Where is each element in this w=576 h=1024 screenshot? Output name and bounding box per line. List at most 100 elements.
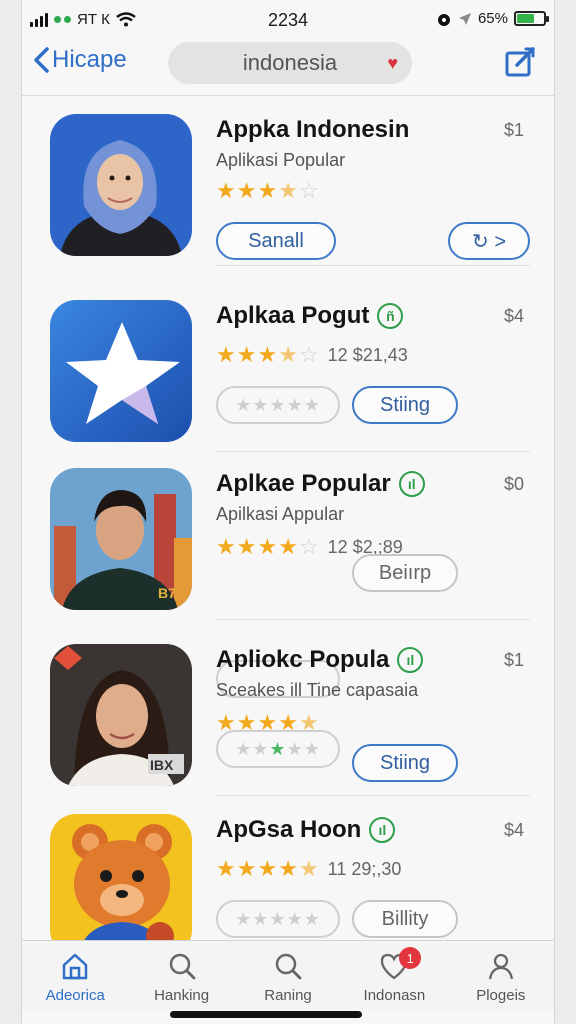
app-title-text: ApGsa Hoon [216, 816, 362, 843]
list-item[interactable]: ApGsa Hoon ıl $4 ★ ★ ★ ★ ★ 11 29;,30 ★★★★★ Bil… [22, 796, 554, 940]
search-value: indonesia [242, 50, 338, 75]
app-title[interactable]: Apliokc Popula ıl [216, 646, 424, 674]
star-icon[interactable]: ★ [287, 739, 304, 760]
star-icon[interactable]: ★ [235, 739, 252, 760]
chevron-left-icon [34, 47, 49, 73]
app-title-text: Aplkaa Pogut [216, 302, 370, 329]
phone-screen: ЯТ К 2234 65% Hicape indonesia ♥ Appka I… [22, 0, 554, 1024]
list-item[interactable]: B7 Aplkae Popular ıl $0 Apilkasi Appular … [22, 450, 554, 698]
tab-label: Indonasn [363, 987, 426, 1004]
rating-count: 11 29;,30 [327, 859, 402, 879]
tab-label: Hanking [154, 987, 210, 1004]
compose-icon[interactable] [504, 46, 536, 78]
tab-ranking[interactable]: Hanking [128, 941, 234, 1010]
star-icon: ★ [278, 342, 298, 367]
refresh-button[interactable]: ↻ > [448, 222, 530, 260]
star-icon: ★ [278, 856, 298, 881]
action-button[interactable]: Beiırp [352, 554, 458, 592]
star-logo-icon [50, 300, 192, 442]
app-subtitle: Apilkasi Appular [216, 504, 345, 524]
avatar [50, 114, 192, 256]
person-icon [488, 953, 513, 980]
app-title[interactable]: Appka Indonesin [216, 116, 409, 144]
tab-home[interactable]: Adeorica [22, 941, 128, 1010]
app-icon-man-city[interactable]: B7 [50, 468, 192, 610]
notification-badge: 1 [399, 947, 422, 969]
star-icon: ★ [298, 856, 319, 881]
app-list: Appka Indonesin $1 Aplikasi Popular ★ ★ ★ ★… [22, 96, 554, 940]
star-icon[interactable]: ★ [304, 739, 321, 760]
heart-icon[interactable]: ♥ [387, 53, 398, 74]
tab-label: Adeorica [45, 987, 105, 1004]
back-label: Hicape [52, 46, 127, 73]
star-icon: ★ [216, 534, 236, 559]
star-icon: ★ [278, 178, 298, 203]
tab-bar: Adeorica Hanking Raning 1 Indonasn Ploge… [22, 940, 554, 1010]
star-icon: ★ [257, 534, 278, 559]
home-indicator [170, 1011, 362, 1018]
app-price: $4 [503, 820, 524, 840]
star-icon[interactable]: ★ [252, 739, 269, 760]
star-icon: ★ [236, 342, 257, 367]
rating-stars: ★ ★ ★ ★ ★ 11 29;,30 [216, 858, 401, 880]
app-price: $1 [503, 650, 524, 670]
rate-stars-pill[interactable]: ★★★★★ [216, 900, 340, 938]
home-icon [62, 953, 88, 980]
back-button[interactable]: Hicape [32, 46, 127, 74]
app-title[interactable]: Aplkaa Pogut ñ [216, 302, 404, 330]
list-item[interactable]: Aplkaa Pogut ñ $4 ★ ★ ★ ★ ☆ 12 $21,43 ★★★★★ St… [22, 282, 554, 452]
row-divider [216, 265, 530, 266]
action-button[interactable]: Billity [352, 900, 458, 938]
list-item[interactable]: Appka Indonesin $1 Aplikasi Popular ★ ★ ★ ★… [22, 96, 554, 266]
star-icon: ★ [216, 856, 236, 881]
app-icon-hijab-woman[interactable] [50, 114, 192, 256]
star-icon: ★ [257, 856, 278, 881]
search-icon [169, 953, 196, 980]
bear-mascot-icon [50, 814, 192, 940]
settings-button[interactable]: Stiing [352, 386, 458, 424]
row-divider [216, 619, 530, 620]
star-icon: ★ [257, 342, 278, 367]
primary-button[interactable]: Sanall [216, 222, 336, 260]
tab-label: Plogeis [476, 987, 526, 1004]
location-icon [458, 12, 471, 25]
svg-text:IBX: IBX [150, 757, 174, 773]
star-icon: ★ [216, 342, 236, 367]
svg-text:B7: B7 [158, 585, 176, 601]
app-icon-star[interactable] [50, 300, 192, 442]
app-title[interactable]: ApGsa Hoon ıl [216, 816, 396, 844]
star-icon: ★ [257, 178, 278, 203]
star-icon: ☆ [298, 534, 319, 559]
search-field[interactable]: indonesia ♥ [168, 42, 412, 84]
tab-label: Raning [264, 987, 312, 1004]
battery-fill [517, 14, 534, 23]
avatar: IBX [50, 644, 192, 786]
verified-badge-icon: ıl [369, 817, 396, 843]
tab-favorites[interactable]: 1 Indonasn [341, 941, 447, 1010]
app-price: $1 [503, 120, 524, 140]
battery-percent: 65% [477, 10, 508, 27]
tab-raning[interactable]: Raning [235, 941, 341, 1010]
star-icon[interactable]: ★ [269, 739, 286, 760]
tab-profile[interactable]: Plogeis [448, 941, 554, 1010]
status-right: 65% [436, 10, 549, 27]
verified-badge-icon: ñ [377, 303, 404, 329]
nav-bar: Hicape indonesia ♥ [22, 40, 554, 96]
list-item[interactable]: IBX Apliokc Popula ıl $1 Sceakes ill Tine… [22, 626, 554, 796]
alarm-icon [437, 13, 450, 26]
app-title[interactable]: Aplkae Popular ıl [216, 470, 425, 498]
app-title-text: Appka Indonesin [216, 116, 410, 143]
app-icon-bear[interactable] [50, 814, 192, 940]
rating-stars: ★ ★ ★ ★ ☆ [216, 180, 319, 202]
status-bar: ЯТ К 2234 65% [22, 0, 554, 40]
settings-button[interactable]: Stiing [352, 744, 458, 782]
rate-stars-pill[interactable]: ★★★★★ [216, 386, 340, 424]
app-price: $0 [503, 474, 524, 494]
rate-stars-pill[interactable]: ★★★★★ [216, 730, 340, 768]
star-icon: ☆ [298, 342, 319, 367]
star-icon: ★ [236, 178, 257, 203]
app-icon-woman-portrait[interactable]: IBX [50, 644, 192, 786]
star-icon: ★ [236, 534, 257, 559]
star-icon: ☆ [298, 178, 319, 203]
app-price: $4 [503, 306, 524, 326]
